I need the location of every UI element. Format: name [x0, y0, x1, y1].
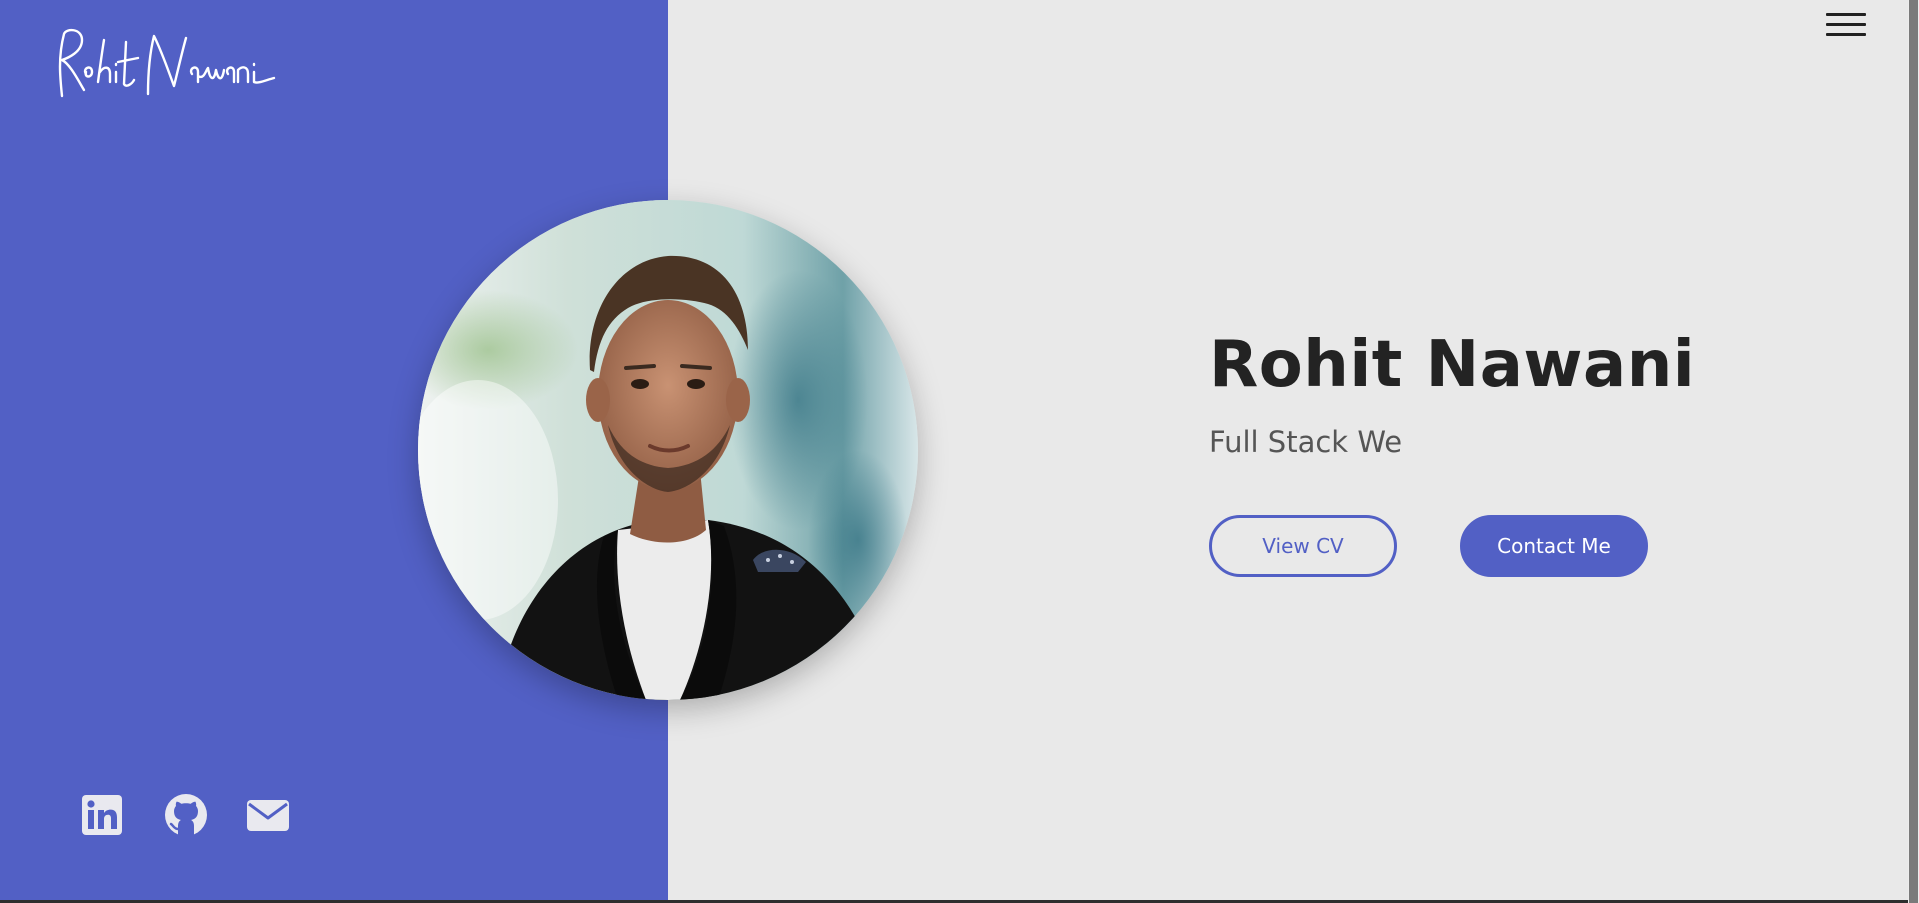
logo-signature-graphic — [58, 28, 276, 98]
social-links — [80, 793, 320, 837]
github-icon — [165, 794, 207, 836]
hero-section: Rohit Nawani Full Stack We — [1209, 320, 1849, 462]
profile-photo — [418, 200, 918, 700]
mail-icon — [247, 800, 289, 831]
linkedin-icon — [82, 795, 122, 835]
github-link[interactable] — [164, 793, 208, 837]
hero-name: Rohit Nawani — [1209, 328, 1696, 402]
hero-role-typing-text: Full Stack We — [1209, 425, 1403, 459]
contact-me-button[interactable]: Contact Me — [1460, 515, 1648, 577]
profile-photo-graphic — [418, 200, 918, 700]
page-scrollbar[interactable] — [1908, 0, 1919, 903]
email-link[interactable] — [246, 793, 290, 837]
view-cv-button[interactable]: View CV — [1209, 515, 1397, 577]
logo-signature[interactable] — [52, 22, 312, 102]
hamburger-menu-button[interactable] — [1826, 10, 1866, 42]
hamburger-menu-icon — [1826, 13, 1866, 16]
page: Rohit Nawani Full Stack We View CV Conta… — [0, 0, 1919, 903]
scrollbar-thumb[interactable] — [1909, 0, 1918, 903]
hero-actions: View CV Contact Me — [1209, 515, 1709, 577]
linkedin-link[interactable] — [80, 793, 124, 837]
